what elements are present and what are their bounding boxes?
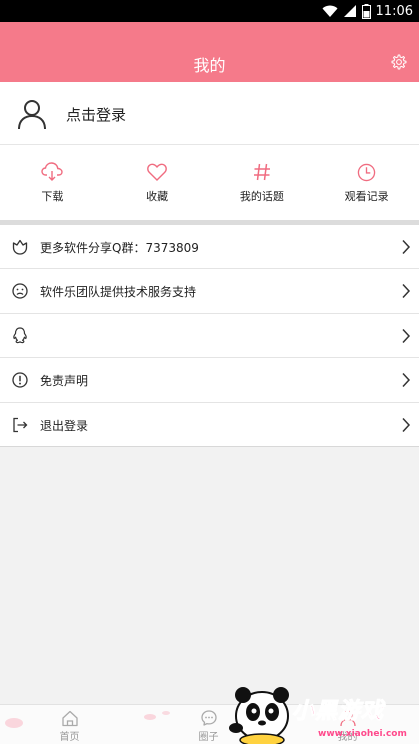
menu-item-tech-support[interactable]: 软件乐团队提供技术服务支持	[0, 269, 419, 314]
chevron-right-icon	[402, 239, 411, 255]
qq-icon	[13, 327, 27, 344]
flower-icon	[12, 239, 28, 255]
home-icon	[61, 710, 78, 726]
logout-icon	[13, 417, 28, 432]
avatar-icon	[18, 100, 46, 130]
quick-actions: 下载 收藏 我的话题 观看记录	[0, 145, 419, 220]
quick-item-history[interactable]: 观看记录	[314, 145, 419, 220]
quick-label-history: 观看记录	[344, 190, 389, 203]
chat-icon	[200, 710, 217, 726]
page-title: 我的	[193, 56, 226, 75]
signal-icon	[343, 5, 356, 17]
settings-button[interactable]	[389, 52, 409, 72]
nav-label-circle: 圈子	[198, 732, 219, 743]
login-label[interactable]: 点击登录	[66, 104, 126, 125]
chevron-right-icon	[402, 373, 411, 388]
menu-label-disclaimer: 免责声明	[40, 374, 89, 389]
nav-label-home: 首页	[59, 732, 80, 743]
quick-item-my-topics[interactable]: 我的话题	[210, 145, 315, 220]
menu-label-logout: 退出登录	[40, 418, 89, 433]
menu-label-qq-group: 更多软件分享Q群：7373809	[40, 241, 199, 255]
watermark-url: www.xiaohei.com	[318, 729, 407, 739]
status-time: 11:06	[375, 3, 413, 19]
wifi-icon	[322, 5, 338, 17]
sad-face-icon	[12, 283, 28, 300]
quick-label-favorites: 收藏	[146, 190, 169, 203]
menu-label-tech-support: 软件乐团队提供技术服务支持	[40, 285, 197, 300]
quick-label-my-topics: 我的话题	[239, 190, 284, 203]
menu-item-logout[interactable]: 退出登录	[0, 403, 419, 447]
gear-icon	[391, 54, 407, 70]
nav-item-home[interactable]: 首页	[0, 705, 139, 744]
menu-item-qq-group[interactable]: 更多软件分享Q群：7373809	[0, 225, 419, 270]
quick-item-download[interactable]: 下载	[0, 145, 105, 220]
cloud-download-icon	[41, 162, 64, 181]
quick-label-download: 下载	[41, 190, 64, 203]
login-row[interactable]: 点击登录	[0, 82, 419, 145]
chevron-right-icon	[402, 417, 411, 432]
settings-menu: 更多软件分享Q群：7373809 软件乐团队提供技术服务支持 免责声明 退出登录	[0, 225, 419, 447]
clock-icon	[357, 163, 376, 181]
status-bar: 11:06	[0, 0, 419, 22]
status-icons: 11:06	[322, 2, 413, 20]
chevron-right-icon	[402, 284, 411, 299]
app-header: 我的	[0, 22, 419, 82]
menu-item-disclaimer[interactable]: 免责声明	[0, 358, 419, 403]
watermark-brand: 小黑游戏	[291, 699, 385, 725]
heart-icon	[147, 163, 167, 181]
hash-icon	[253, 163, 270, 181]
menu-item-qq[interactable]	[0, 314, 419, 359]
exclamation-icon	[12, 372, 28, 388]
battery-icon	[361, 3, 371, 19]
quick-item-favorites[interactable]: 收藏	[105, 145, 210, 220]
chevron-right-icon	[402, 328, 411, 343]
